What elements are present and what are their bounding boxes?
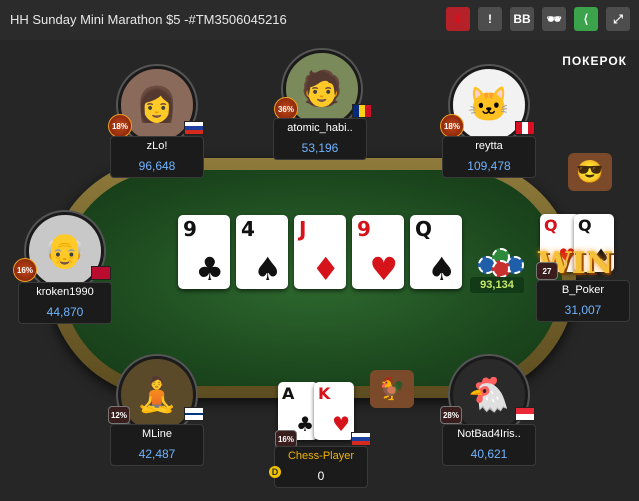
hero-card-2: K ♥ — [314, 382, 354, 440]
seat-atomic[interactable]: atomic_habi.. 53,196 — [273, 118, 367, 160]
anonymous-icon[interactable]: 🕶 — [542, 7, 566, 31]
card-rank: Q — [544, 216, 558, 235]
player-name: reytta — [475, 140, 503, 152]
seat-reytta[interactable]: reytta 109,478 — [442, 136, 536, 178]
badge-bpoker: 27 — [536, 262, 558, 280]
badge-reytta: 18% — [440, 114, 464, 138]
player-name: kroken1990 — [36, 286, 94, 298]
player-name: atomic_habi.. — [287, 122, 353, 134]
flag-norway-icon — [91, 266, 111, 280]
seat-kroken[interactable]: kroken1990 44,870 — [18, 282, 112, 324]
emote-icon: 🐓 — [370, 370, 414, 408]
player-name: MLine — [142, 428, 172, 440]
seat-notbad[interactable]: NotBad4Iris.. 40,621 — [442, 424, 536, 466]
club-icon: ♣ — [296, 412, 314, 436]
card-rank: 9 — [357, 217, 371, 241]
player-name: NotBad4Iris.. — [457, 428, 521, 440]
table-title: HH Sunday Mini Marathon $5 -#TM350604521… — [10, 12, 287, 27]
player-stack: 40,621 — [470, 447, 508, 461]
emote-icon: 😎 — [568, 153, 612, 191]
dealer-button: D — [269, 466, 281, 478]
seat-mline[interactable]: MLine 42,487 — [110, 424, 204, 466]
card-rank: J — [299, 217, 307, 241]
badge-kroken: 16% — [13, 258, 37, 282]
club-icon: ♣ — [195, 250, 224, 288]
share-button[interactable]: ⟨ — [574, 7, 598, 31]
card-rank: Q — [415, 217, 433, 241]
brand-logo: ПОКЕРОК — [562, 54, 627, 68]
pot-chips-icon — [474, 244, 526, 278]
board-card-2: 4 ♠ — [236, 215, 288, 289]
download-button[interactable]: ⬇ — [446, 7, 470, 31]
player-name: Chess-Player — [287, 450, 355, 462]
badge-mline: 12% — [108, 406, 130, 424]
player-stack: 109,478 — [467, 159, 511, 173]
flag-finland-icon — [184, 407, 204, 421]
player-stack: 44,870 — [46, 305, 84, 319]
badge-notbad: 28% — [440, 406, 462, 424]
seat-bpoker[interactable]: B_Poker 31,007 — [536, 280, 630, 322]
avatar-notbad[interactable]: 🐔 — [450, 356, 528, 434]
board-card-5: Q ♠ — [410, 215, 462, 289]
seat-chess-player[interactable]: Chess-Player 0 — [274, 446, 368, 488]
board-card-3: J ♦ — [294, 215, 346, 289]
card-rank: A — [282, 384, 295, 403]
fullscreen-button[interactable]: ⤢ — [606, 7, 630, 31]
flag-peru-icon — [515, 121, 535, 135]
spade-icon: ♠ — [427, 250, 456, 288]
flag-romania-icon — [352, 104, 372, 118]
heart-icon: ♥ — [332, 412, 350, 436]
report-button[interactable]: ! — [478, 7, 502, 31]
player-stack: 42,487 — [138, 447, 176, 461]
spade-icon: ♠ — [253, 250, 282, 288]
board-card-1: 9 ♣ — [178, 215, 230, 289]
avatar-mline[interactable]: 🧘 — [118, 356, 196, 434]
board-card-4: 9 ♥ — [352, 215, 404, 289]
player-stack: 0 — [317, 469, 325, 483]
card-rank: 9 — [183, 217, 197, 241]
bb-toggle-button[interactable]: BB — [510, 7, 534, 31]
flag-russia-icon — [184, 121, 204, 135]
flag-austria-icon — [515, 407, 535, 421]
card-rank: K — [318, 384, 331, 403]
flag-russia-icon — [351, 432, 371, 446]
seat-zlo[interactable]: zLo! 96,648 — [110, 136, 204, 178]
player-stack: 96,648 — [138, 159, 176, 173]
card-rank: 4 — [241, 217, 255, 241]
pot-amount: 93,134 — [470, 277, 524, 293]
player-name: B_Poker — [561, 284, 605, 296]
card-rank: Q — [578, 216, 592, 235]
badge-zlo: 18% — [108, 114, 132, 138]
player-stack: 31,007 — [564, 303, 602, 317]
diamond-icon: ♦ — [311, 250, 340, 288]
player-stack: 53,196 — [301, 141, 339, 155]
top-bar: HH Sunday Mini Marathon $5 -#TM350604521… — [0, 0, 639, 40]
player-name: zLo! — [146, 140, 168, 152]
heart-icon: ♥ — [369, 250, 398, 288]
